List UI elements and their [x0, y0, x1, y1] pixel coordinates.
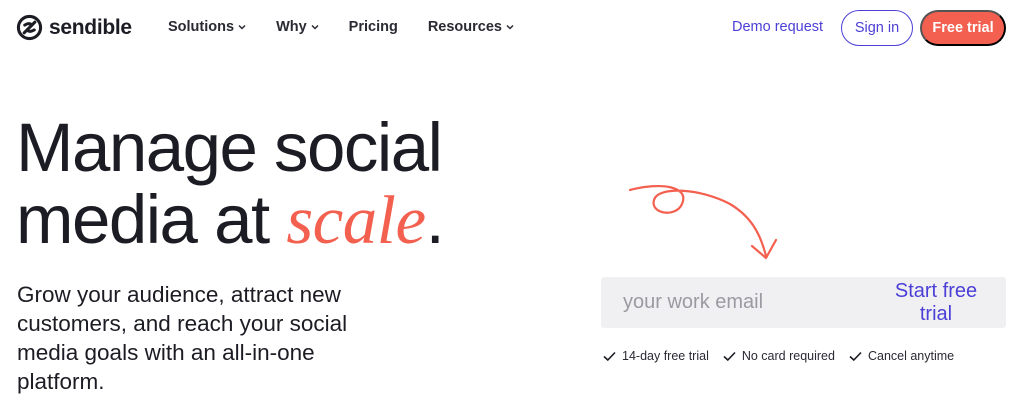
nav-item-pricing[interactable]: Pricing — [349, 19, 398, 35]
hero-subtitle: Grow your audience, attract new customer… — [17, 282, 348, 394]
nav-item-solutions[interactable]: Solutions — [168, 19, 246, 35]
perk-label: Cancel anytime — [867, 349, 955, 363]
chevron-down-icon — [238, 24, 246, 30]
perk-label: No card required — [741, 349, 835, 363]
perks-list: 14-day free trial No card required Cance… — [603, 349, 968, 363]
nav-item-label: Why — [276, 19, 307, 35]
hero-headline: Manage social media at scale. — [16, 109, 536, 258]
nav-item-label: Pricing — [348, 19, 398, 35]
demo-request-link[interactable]: Demo request — [732, 19, 823, 35]
checkmark-icon — [723, 351, 736, 361]
chevron-down-icon — [311, 24, 319, 30]
top-navigation: sendible Solutions Why Pricing Resources… — [0, 0, 1024, 58]
nav-item-resources[interactable]: Resources — [428, 19, 514, 35]
checkmark-icon — [603, 351, 616, 361]
main-menu: Solutions Why Pricing Resources — [168, 19, 544, 35]
brand-logo[interactable]: sendible — [16, 14, 132, 41]
sendible-logo-icon — [16, 14, 43, 41]
signup-form: Start free trial — [601, 277, 1006, 328]
perk-item: Cancel anytime — [849, 349, 954, 363]
brand-name: sendible — [49, 15, 132, 39]
sign-in-button[interactable]: Sign in — [841, 10, 913, 46]
start-free-trial-button[interactable]: Start free trial — [888, 280, 1006, 326]
nav-item-label: Solutions — [168, 19, 235, 35]
headline-line-1: Manage social — [16, 109, 443, 186]
perk-item: 14-day free trial — [603, 349, 709, 363]
headline-line-2-end: . — [425, 181, 445, 258]
nav-item-why[interactable]: Why — [276, 19, 319, 35]
headline-line-2-start: media at — [16, 181, 287, 258]
checkmark-icon — [849, 351, 862, 361]
work-email-input[interactable] — [601, 277, 888, 328]
nav-item-label: Resources — [427, 19, 502, 35]
free-trial-button[interactable]: Free trial — [920, 10, 1006, 46]
perk-label: 14-day free trial — [622, 349, 709, 363]
headline-accent-word: scale — [286, 182, 426, 258]
chevron-down-icon — [506, 24, 514, 30]
perk-item: No card required — [723, 349, 835, 363]
curly-arrow-icon — [628, 184, 778, 260]
